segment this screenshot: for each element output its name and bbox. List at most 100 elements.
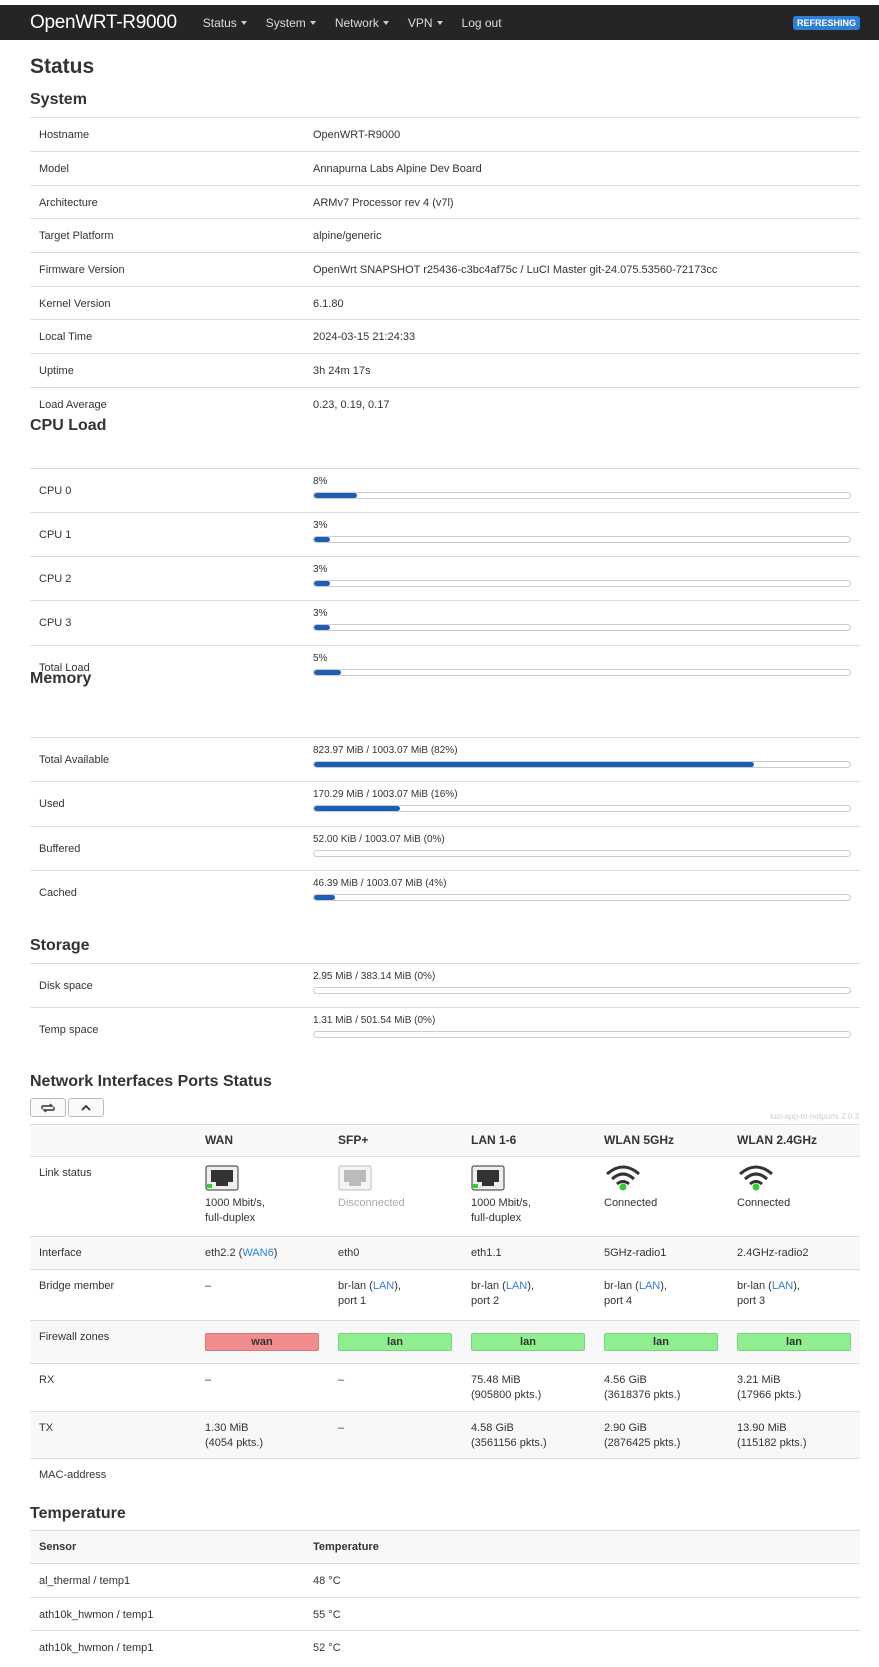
bridge-link[interactable]: LAN — [772, 1280, 793, 1292]
memory-row: Total Available 823.97 MiB / 1003.07 MiB … — [30, 737, 860, 781]
memory-row-value: 52.00 KiB / 1003.07 MiB (0%) — [313, 834, 445, 845]
tx-bytes: 4.58 GiB — [471, 1422, 514, 1434]
bridge-link[interactable]: LAN — [506, 1280, 527, 1292]
firewall-zone-badge[interactable]: wan — [205, 1333, 319, 1351]
firewall-zone-badge[interactable]: lan — [737, 1333, 851, 1351]
rx-cell: 3.21 MiB (17966 pkts.) — [737, 1373, 801, 1403]
link-status-text: Disconnected — [338, 1196, 405, 1211]
bridge-suffix: ), — [793, 1280, 800, 1292]
brand-title[interactable]: OpenWRT-R9000 — [30, 12, 177, 34]
rx-cell: 75.48 MiB (905800 pkts.) — [471, 1373, 541, 1403]
section-title-temperature: Temperature — [30, 1505, 126, 1522]
tx-packets: (115182 pkts.) — [737, 1437, 807, 1449]
tx-packets: (2876425 pkts.) — [604, 1437, 681, 1449]
netports-row-firewall-zones: Firewall zones wan lan lan lan lan — [30, 1320, 860, 1363]
system-row-value: Annapurna Labs Alpine Dev Board — [313, 163, 482, 175]
interface-name: eth2.2 ( — [205, 1247, 243, 1259]
interface-name: eth1.1 — [471, 1247, 502, 1259]
cpu-progress-bar — [313, 580, 851, 587]
refreshing-badge[interactable]: REFRESHING — [792, 16, 860, 30]
tx-cell: 1.30 MiB (4054 pkts.) — [205, 1421, 263, 1451]
bridge-name: br-lan ( — [471, 1280, 506, 1292]
bridge-name: br-lan ( — [604, 1280, 639, 1292]
system-row-label: Load Average — [39, 399, 107, 411]
link-status-line1: 1000 Mbit/s, — [205, 1197, 265, 1209]
system-row-label: Model — [39, 163, 69, 175]
system-row: Architecture ARMv7 Processor rev 4 (v7l) — [30, 185, 860, 219]
netports-row-label: Bridge member — [39, 1280, 115, 1292]
rx-bytes: 3.21 MiB — [737, 1374, 781, 1386]
bridge-port: port 3 — [737, 1295, 766, 1307]
menu-status-label: Status — [202, 15, 237, 30]
sensor-column-header: Sensor — [39, 1541, 77, 1553]
rx-packets: (17966 pkts.) — [737, 1389, 802, 1401]
tx-cell: 4.58 GiB (3561156 pkts.) — [471, 1421, 547, 1451]
storage-row-value: 2.95 MiB / 383.14 MiB (0%) — [313, 971, 436, 982]
menu-status[interactable]: Status — [203, 16, 247, 30]
memory-progress-fill — [314, 762, 754, 767]
system-row-value: 6.1.80 — [313, 298, 344, 310]
cpu-progress-fill — [314, 670, 341, 675]
system-row: Target Platform alpine/generic — [30, 218, 860, 252]
netports-row-mac: MAC-address — [30, 1458, 860, 1492]
bridge-suffix: ), — [394, 1280, 401, 1292]
rx-bytes: 4.56 GiB — [604, 1374, 647, 1386]
cpu-progress-fill — [314, 537, 331, 542]
netports-header-row: WAN SFP+ LAN 1-6 WLAN 5GHz WLAN 2.4GHz — [30, 1124, 860, 1156]
system-row-value: 2024-03-15 21:24:33 — [313, 331, 416, 343]
tx-bytes: – — [338, 1422, 345, 1434]
section-title-netports: Network Interfaces Ports Status — [30, 1073, 272, 1090]
netports-row-link-status: Link status 1000 Mbit/s, full-duplex Discon… — [30, 1156, 860, 1236]
cpu-row-label: CPU 0 — [39, 485, 72, 497]
collapse-button[interactable] — [68, 1098, 104, 1117]
bridge-link[interactable]: LAN — [373, 1280, 394, 1292]
bridge-port: port 4 — [604, 1295, 633, 1307]
system-row-value: alpine/generic — [313, 230, 382, 242]
sensor-temperature: 48 °C — [313, 1575, 341, 1587]
storage-row-label: Disk space — [39, 980, 93, 992]
bridge-line1: – — [205, 1279, 211, 1294]
menu-system[interactable]: System — [266, 16, 316, 30]
bridge-cell: br-lan (LAN), port 3 — [737, 1279, 800, 1309]
netports-row-tx: TX 1.30 MiB (4054 pkts.) – 4.58 GiB (3561156 … — [30, 1411, 860, 1458]
memory-progress-fill — [314, 806, 400, 811]
temperature-column-header: Temperature — [313, 1541, 379, 1553]
rx-cell: – — [205, 1373, 211, 1388]
link-status-text: 1000 Mbit/s, full-duplex — [205, 1196, 265, 1226]
port-column-header: WAN — [205, 1133, 233, 1147]
rx-bytes: 75.48 MiB — [471, 1374, 521, 1386]
link-status-line2: full-duplex — [205, 1212, 256, 1224]
main-menu: Status System Network VPN Log out — [203, 16, 521, 30]
ethernet-port-icon — [205, 1165, 239, 1191]
menu-logout[interactable]: Log out — [462, 16, 502, 30]
link-status-line2: full-duplex — [471, 1212, 522, 1224]
menu-network[interactable]: Network — [335, 16, 389, 30]
interface-name: 5GHz-radio1 — [604, 1247, 667, 1259]
memory-row-label: Buffered — [39, 843, 81, 855]
firewall-zone-badge[interactable]: lan — [471, 1333, 585, 1351]
cpu-row-label: CPU 2 — [39, 573, 72, 585]
bridge-line1: br-lan (LAN), — [338, 1279, 401, 1294]
bridge-suffix: ), — [527, 1280, 534, 1292]
link-status-line1: 1000 Mbit/s, — [471, 1197, 531, 1209]
tx-cell: 13.90 MiB (115182 pkts.) — [737, 1421, 807, 1451]
menu-vpn[interactable]: VPN — [408, 16, 443, 30]
interface-link[interactable]: WAN6 — [242, 1247, 273, 1259]
system-row: Load Average 0.23, 0.19, 0.17 — [30, 387, 860, 421]
cpu-row: Total Load 5% — [30, 645, 860, 689]
bridge-link[interactable]: LAN — [639, 1280, 660, 1292]
swap-view-button[interactable] — [30, 1098, 66, 1117]
rx-packets: (3618376 pkts.) — [604, 1389, 681, 1401]
sensor-name: ath10k_hwmon / temp1 — [39, 1609, 154, 1621]
firewall-zone-badge[interactable]: lan — [604, 1333, 718, 1351]
bridge-cell: br-lan (LAN), port 1 — [338, 1279, 401, 1309]
system-row-label: Firmware Version — [39, 264, 125, 276]
interface-cell: eth1.1 — [471, 1246, 502, 1261]
bridge-suffix: ), — [660, 1280, 667, 1292]
firewall-zone-badge[interactable]: lan — [338, 1333, 452, 1351]
netports-row-label: TX — [39, 1422, 54, 1434]
bridge-port: port 2 — [471, 1295, 500, 1307]
cpu-progress-fill — [314, 625, 331, 630]
port-column-header: WLAN 2.4GHz — [737, 1133, 818, 1147]
bridge-name: br-lan ( — [338, 1280, 373, 1292]
